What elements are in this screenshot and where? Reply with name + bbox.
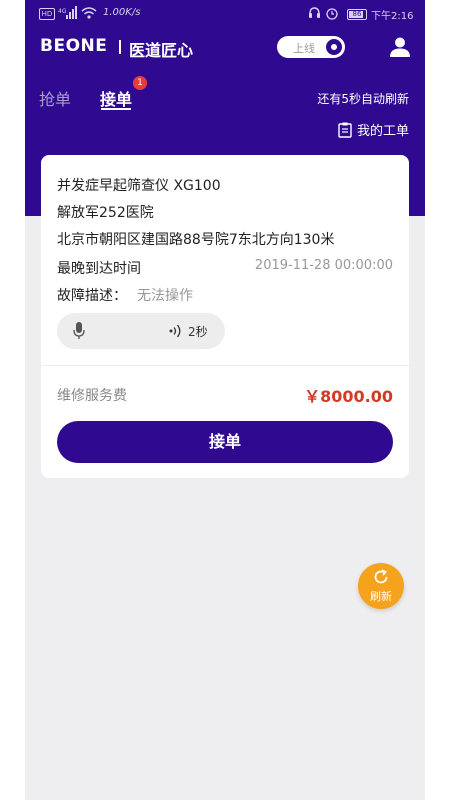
status-bar: HD 4G 1.00K/s 86 下午2:16 — [25, 0, 425, 28]
app-logo: BEONE — [40, 36, 107, 56]
logo-text: BEONE — [40, 36, 108, 56]
my-orders-link[interactable]: 我的工单 — [338, 120, 409, 139]
voice-duration: 2秒 — [188, 325, 208, 339]
accept-order-button[interactable]: 接单 — [57, 421, 393, 463]
microphone-icon — [73, 322, 85, 339]
fault-description-value: 无法操作 — [137, 288, 193, 304]
active-tab-indicator — [101, 108, 131, 110]
clipboard-icon — [338, 122, 352, 138]
address: 北京市朝阳区建国路88号院7东北方向130米 — [57, 232, 335, 248]
tab-grab[interactable]: 抢单 — [39, 86, 71, 110]
headset-icon — [309, 7, 320, 18]
battery-level: 86 — [352, 10, 362, 18]
voice-message[interactable]: 2秒 — [57, 313, 225, 349]
order-card: 并发症早起筛查仪 XG100 解放军252医院 北京市朝阳区建国路88号院7东北… — [41, 155, 409, 478]
wifi-icon — [81, 7, 97, 19]
refresh-icon — [374, 569, 388, 584]
my-orders-label: 我的工单 — [356, 124, 409, 139]
card-divider — [41, 365, 409, 366]
online-toggle[interactable]: 上线 — [277, 36, 345, 58]
auto-refresh-countdown: 还有5秒自动刷新 — [317, 92, 409, 106]
fault-description-label: 故障描述： — [57, 288, 127, 304]
latest-arrival-label: 最晚到达时间 — [57, 261, 141, 277]
clock-time: 下午2:16 — [371, 11, 414, 22]
network-speed: 1.00K/s — [103, 7, 141, 18]
latest-arrival-time: 2019-11-28 00:00:00 — [254, 258, 393, 273]
toggle-knob — [326, 39, 342, 55]
refresh-label: 刷新 — [370, 590, 392, 603]
accept-count-badge: 1 — [133, 76, 147, 90]
tab-accept[interactable]: 接单 — [100, 86, 132, 110]
refresh-button[interactable]: 刷新 — [358, 563, 404, 609]
service-fee-value: ￥8000.00 — [304, 387, 393, 406]
sound-wave-icon — [169, 324, 181, 338]
alarm-icon — [326, 8, 338, 20]
hospital-name: 解放军252医院 — [57, 205, 154, 221]
device-name: 并发症早起筛查仪 XG100 — [57, 178, 221, 194]
app-screen: HD 4G 1.00K/s 86 下午2:16 BEONE 医道匠心 上线 抢单… — [25, 0, 425, 800]
user-profile-icon[interactable] — [389, 36, 411, 58]
signal-icon: 4G — [58, 6, 77, 19]
online-toggle-label: 上线 — [293, 42, 315, 55]
network-type: 4G — [58, 8, 67, 15]
brand-name: 医道匠心 — [129, 41, 194, 60]
hd-icon: HD — [39, 8, 55, 20]
battery-icon: 86 — [347, 9, 367, 20]
service-fee-label: 维修服务费 — [57, 388, 127, 404]
logo-divider — [119, 40, 121, 54]
